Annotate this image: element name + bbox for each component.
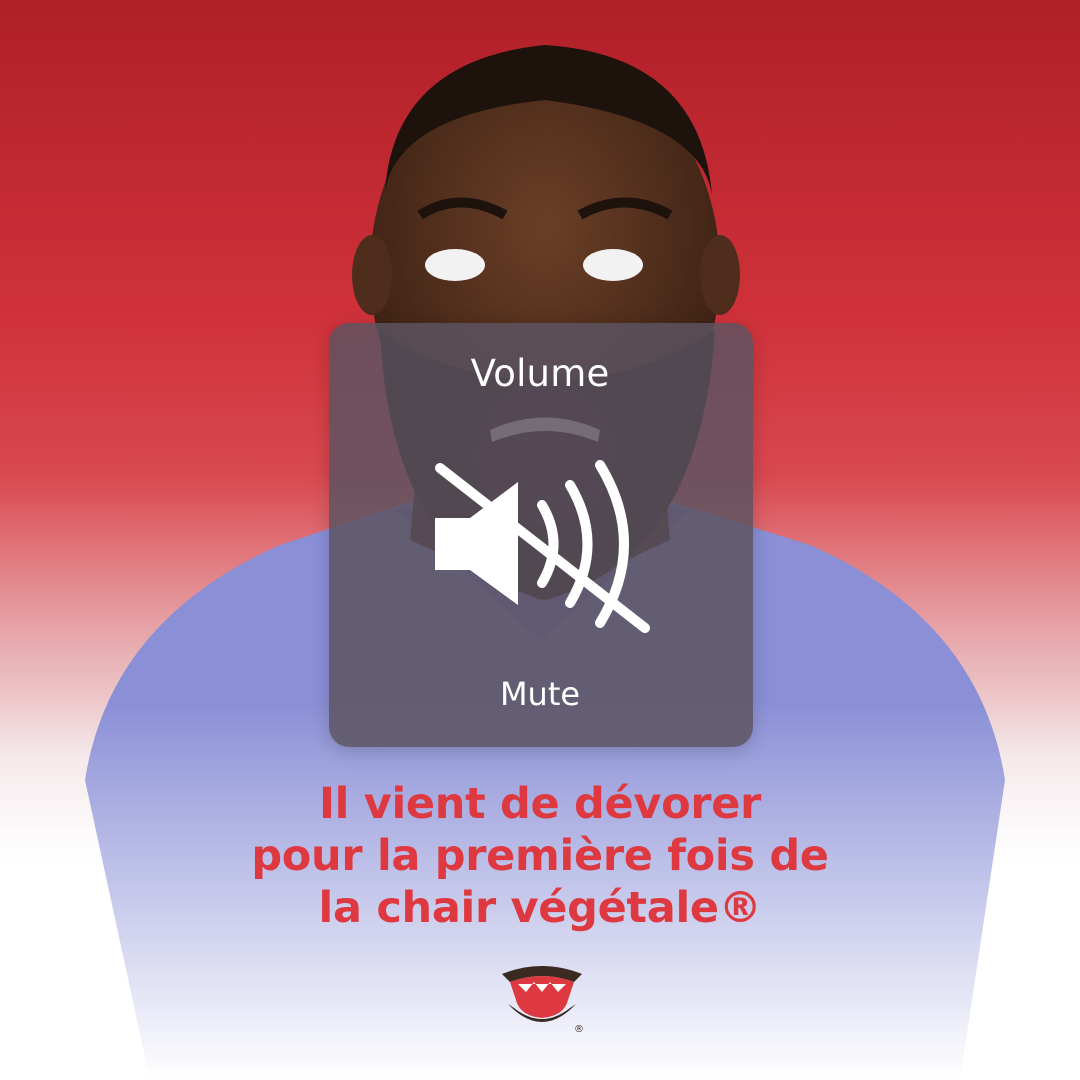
speaker-muted-icon xyxy=(420,440,670,650)
logo-registered-mark: ® xyxy=(574,1024,584,1035)
headline-line-1: Il vient de dévorer xyxy=(318,779,762,829)
right-ear xyxy=(700,235,740,315)
headline-line-2: pour la première fois de xyxy=(251,831,829,881)
hud-title: Volume xyxy=(470,352,610,395)
left-eye xyxy=(425,249,485,281)
hud-status-label: Mute xyxy=(499,675,581,713)
headline: Il vient de dévorer pour la première foi… xyxy=(140,778,940,934)
ad-canvas: Volume Mute Il vient de dévorer pour la … xyxy=(0,0,1080,1080)
right-eye xyxy=(583,249,643,281)
left-ear xyxy=(352,235,392,315)
headline-line-3: la chair végétale® xyxy=(318,883,762,933)
open-mouth-logo: ® xyxy=(502,966,584,1035)
